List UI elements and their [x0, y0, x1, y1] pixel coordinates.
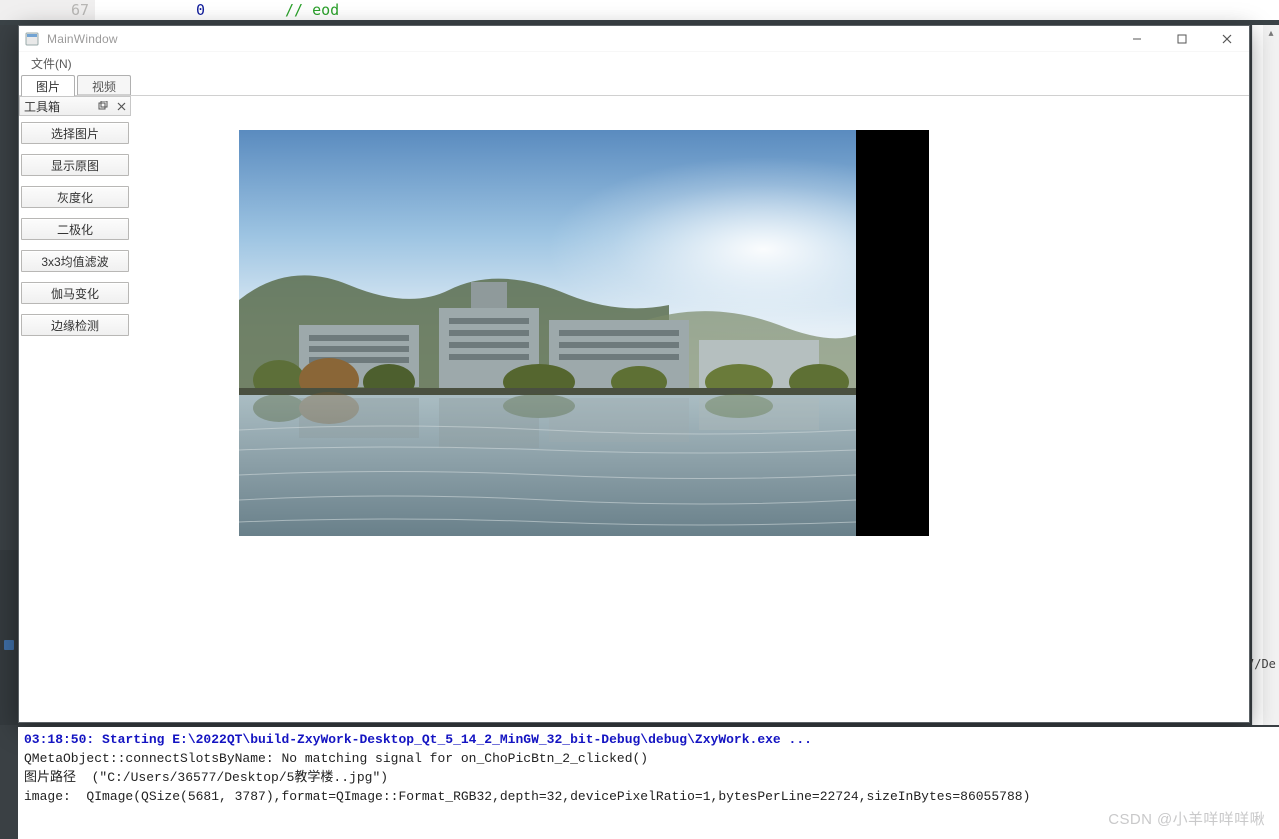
main-window: MainWindow 文件(N) 图片 视频 工具箱: [18, 25, 1250, 723]
show-original-button[interactable]: 显示原图: [21, 154, 129, 176]
image-frame: [239, 130, 929, 536]
background-right-panel: ▴ 7/De: [1252, 25, 1279, 725]
background-path-fragment: 7/De: [1247, 657, 1276, 671]
tab-image[interactable]: 图片: [21, 75, 75, 96]
workspace: 工具箱 选择图片 显示原图 灰度化 二极化 3x3均值滤波 伽马变化 边缘检测: [19, 96, 1249, 722]
tab-label: 图片: [36, 78, 60, 95]
close-icon[interactable]: [114, 99, 128, 113]
toolbox-title: 工具箱: [22, 98, 92, 115]
background-left-strip: [0, 550, 18, 725]
choose-image-button[interactable]: 选择图片: [21, 122, 129, 144]
minimize-button[interactable]: [1114, 26, 1159, 52]
image-viewport: [131, 96, 1249, 722]
console-line: image: QImage(QSize(5681, 3787),format=Q…: [24, 789, 1030, 804]
float-icon[interactable]: [96, 99, 110, 113]
console-start-line: 03:18:50: Starting E:\2022QT\build-ZxyWo…: [24, 732, 812, 747]
maximize-button[interactable]: [1159, 26, 1204, 52]
gutter-line-number: 67: [0, 0, 95, 20]
tab-label: 视频: [92, 78, 116, 95]
grayscale-button[interactable]: 灰度化: [21, 186, 129, 208]
binarize-button[interactable]: 二极化: [21, 218, 129, 240]
toolbox-header[interactable]: 工具箱: [19, 96, 131, 116]
tab-video[interactable]: 视频: [77, 75, 131, 95]
menu-file[interactable]: 文件(N): [25, 53, 78, 74]
edge-detect-button[interactable]: 边缘检测: [21, 314, 129, 336]
window-title: MainWindow: [45, 32, 1114, 46]
debug-console: 03:18:50: Starting E:\2022QT\build-ZxyWo…: [18, 727, 1279, 839]
console-line: QMetaObject::connectSlotsByName: No matc…: [24, 751, 648, 766]
mean-filter-button[interactable]: 3x3均值滤波: [21, 250, 129, 272]
titlebar[interactable]: MainWindow: [19, 26, 1249, 52]
app-icon: [19, 32, 45, 46]
close-button[interactable]: [1204, 26, 1249, 52]
console-line: 图片路径 ("C:/Users/36577/Desktop/5教学楼..jpg"…: [24, 770, 388, 785]
displayed-image: [239, 130, 856, 536]
token-comment: // eod: [285, 1, 339, 19]
token-number: 0: [196, 1, 205, 19]
code-content: 0 // eod: [100, 0, 339, 20]
scroll-up-icon[interactable]: ▴: [1263, 25, 1279, 41]
tool-buttons: 选择图片 显示原图 灰度化 二极化 3x3均值滤波 伽马变化 边缘检测: [19, 116, 131, 342]
tab-bar: 图片 视频: [19, 74, 1249, 96]
background-code-strip: 67 0 // eod: [0, 0, 1279, 20]
warning-icon: [2, 638, 16, 652]
menubar: 文件(N): [19, 52, 1249, 74]
gamma-button[interactable]: 伽马变化: [21, 282, 129, 304]
toolbox-panel: 工具箱 选择图片 显示原图 灰度化 二极化 3x3均值滤波 伽马变化 边缘检测: [19, 96, 131, 722]
background-scrollbar[interactable]: ▴: [1263, 25, 1279, 725]
